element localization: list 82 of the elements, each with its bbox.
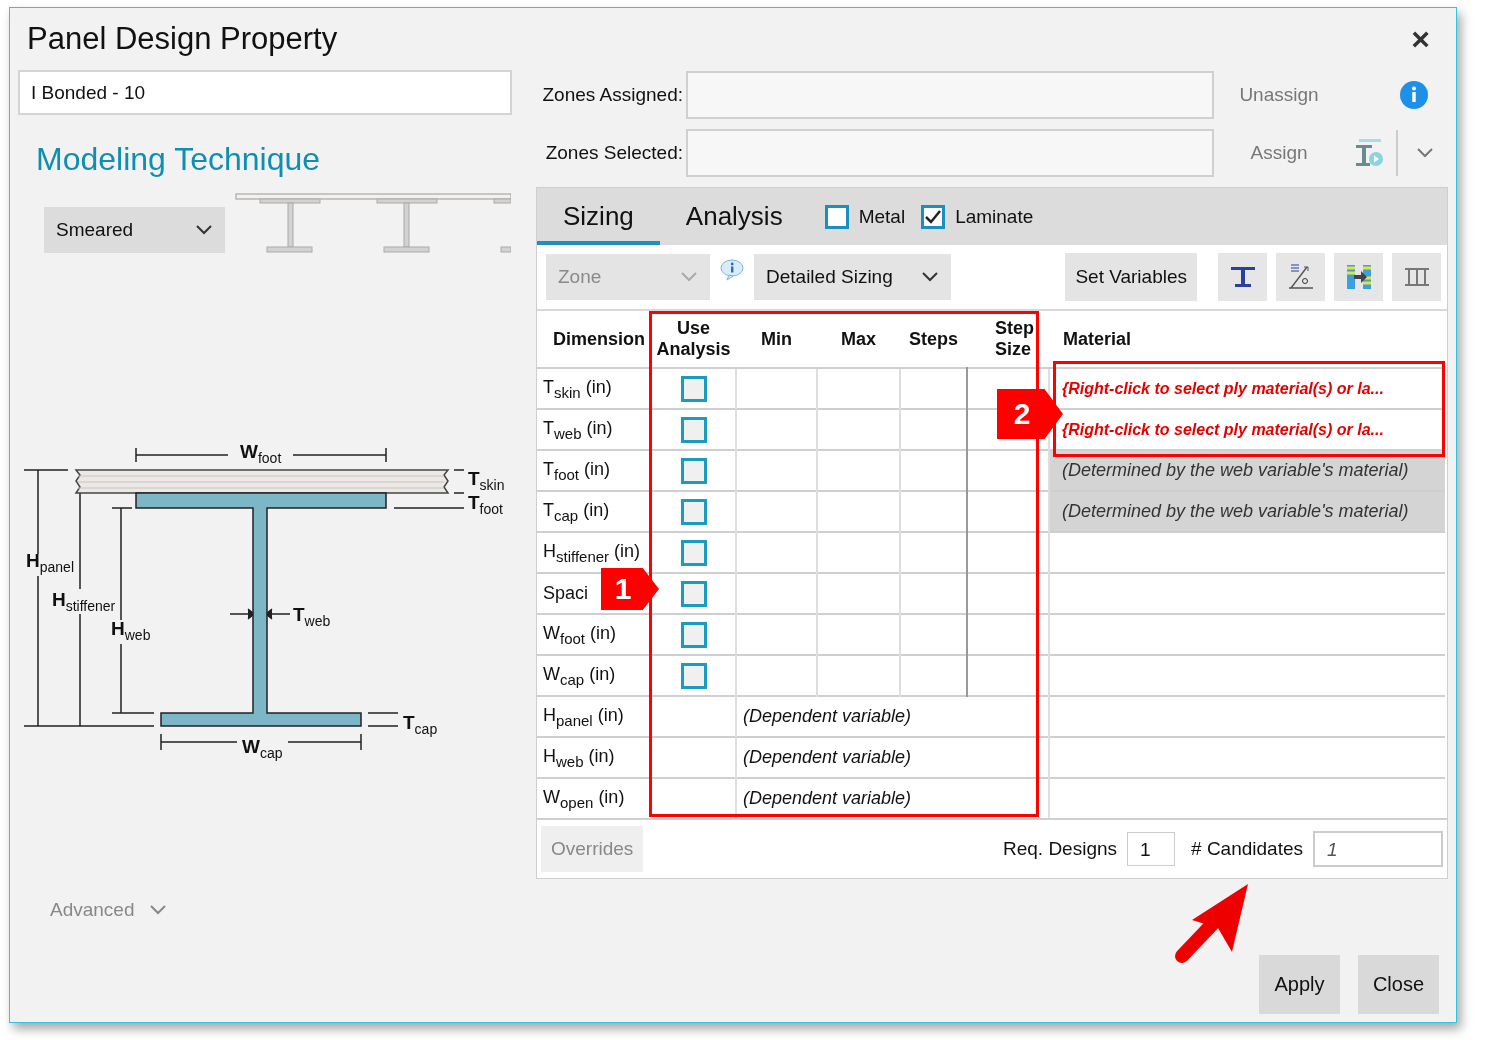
caret-icon[interactable] (1416, 147, 1434, 159)
dimension-label: T$_{cap}$ (403, 712, 438, 737)
table-cell (900, 409, 967, 450)
material-prompt[interactable]: {Right-click to select ply material(s) or la... (1062, 420, 1384, 438)
zone-field[interactable] (686, 71, 1214, 119)
dimension-label: T$_{foot}$ (468, 492, 503, 517)
zone-label: Zones Assigned: (541, 84, 683, 106)
table-cell (900, 368, 967, 409)
column-header: Material (1063, 328, 1132, 349)
column-header: Min (761, 328, 792, 349)
info-icon[interactable] (1400, 81, 1428, 109)
checkbox[interactable] (680, 539, 707, 566)
info-bubble-icon[interactable] (720, 259, 744, 281)
checkbox[interactable] (680, 498, 707, 525)
table-cell (900, 573, 967, 614)
zone-label: Zones Selected: (544, 142, 683, 164)
column-header: Dimension (553, 328, 645, 349)
dimension-label: T$_{foot}$ (in) (543, 458, 611, 479)
dimension-label: T$_{web}$ (in) (543, 417, 613, 438)
table-cell (900, 450, 967, 491)
dependent-note: (Dependent variable) (743, 706, 912, 726)
candidates-field[interactable]: 1 (1313, 831, 1443, 867)
dimension-label: H$_{stiffener}$ (in) (543, 540, 641, 561)
caret-icon (921, 271, 939, 283)
dimension-label: Spaci (543, 583, 589, 603)
dimension-label: T$_{skin}$ (in) (543, 376, 612, 397)
dimension-label: H$_{web}$ (in) (543, 745, 615, 766)
dimension-label: T$_{skin}$ (468, 468, 505, 493)
layers-transfer-icon[interactable] (1334, 253, 1383, 301)
beam-play-icon[interactable] (1356, 139, 1384, 167)
zone-action-button[interactable]: Unassign (1220, 83, 1338, 107)
req-designs-label: Req. Designs (1002, 838, 1118, 860)
checkbox[interactable] (824, 204, 849, 229)
dimension-label: H$_{stiffener}$ (52, 589, 116, 614)
close-button[interactable]: × (1407, 20, 1434, 58)
column-header: Use Analysis (656, 318, 731, 359)
column-header: Steps (909, 328, 958, 349)
window-title: Panel Design Property (27, 21, 338, 57)
table-cell (900, 491, 967, 532)
callout-marker: 2 (997, 389, 1063, 439)
checkbox-label: Laminate (955, 205, 1034, 228)
sizing-mode-dropdown[interactable]: Detailed Sizing (754, 254, 951, 300)
dialog-button[interactable]: Close (1358, 955, 1439, 1014)
section-heading: Modeling Technique (36, 141, 322, 178)
technique-dropdown[interactable]: Smeared (44, 207, 225, 253)
zone-field[interactable] (686, 129, 1214, 177)
columns-icon[interactable] (1392, 253, 1441, 301)
zone-action-button[interactable]: Assign (1220, 141, 1338, 165)
tab[interactable]: Analysis (659, 188, 809, 245)
i-beam-icon[interactable] (1218, 253, 1267, 301)
checkbox[interactable] (680, 457, 707, 484)
table-cell (900, 614, 967, 655)
panel-name-field[interactable]: I Bonded - 10 (18, 70, 512, 115)
checkbox[interactable] (921, 204, 946, 229)
dimension-label: W$_{cap}$ (242, 736, 283, 761)
candidates-label: # Candidates (1191, 838, 1303, 860)
dimension-label: W$_{foot}$ (in) (543, 622, 617, 643)
checkbox[interactable] (680, 662, 707, 689)
dialog-button[interactable]: Apply (1259, 955, 1340, 1014)
caret-icon (680, 271, 698, 283)
dimension-label: W$_{foot}$ (240, 441, 282, 466)
checkbox-label: Metal (858, 205, 906, 228)
dimension-label: H$_{web}$ (111, 618, 151, 643)
dimension-label: H$_{panel}$ (26, 550, 74, 575)
req-designs-field[interactable]: 1 (1127, 832, 1176, 866)
caret-icon (195, 224, 213, 236)
set-variables-button[interactable]: Set Variables (1065, 253, 1197, 301)
column-header: Step Size (995, 318, 1034, 359)
checkbox[interactable] (680, 621, 707, 648)
angle-limits-icon[interactable] (1276, 253, 1325, 301)
dependent-note: (Dependent variable) (743, 788, 912, 808)
dependent-note: (Dependent variable) (743, 747, 912, 767)
table-cell (900, 532, 967, 573)
material-cell: (Determined by the web variable's material) (1049, 491, 1445, 532)
caret-icon (148, 904, 167, 916)
material-prompt[interactable]: {Right-click to select ply material(s) or la... (1062, 379, 1384, 397)
checkbox[interactable] (680, 375, 707, 402)
checkbox[interactable] (680, 580, 707, 607)
dimension-label: T$_{web}$ (293, 604, 331, 629)
column-header: Max (841, 328, 876, 349)
callout-marker: 1 (601, 568, 659, 610)
checkbox[interactable] (680, 416, 707, 443)
